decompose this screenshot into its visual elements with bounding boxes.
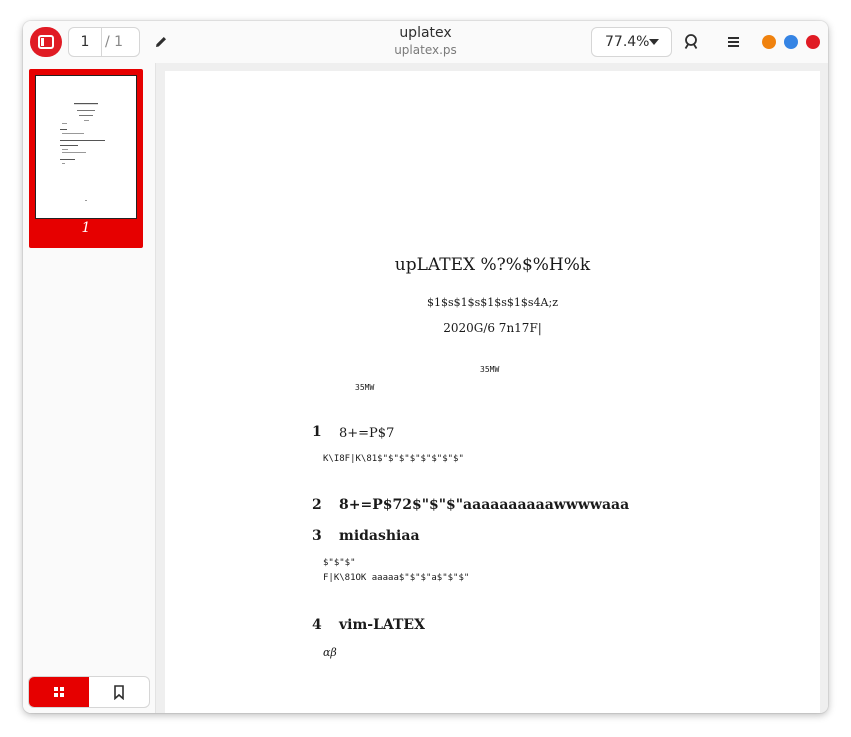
- bookmark-icon: [114, 684, 124, 700]
- section-title: 8+=P$7: [339, 426, 395, 441]
- grid-icon: [54, 687, 64, 697]
- current-page-input[interactable]: [69, 28, 101, 56]
- section-body: F|K\81OK aaaaa$"$"$"a$"$"$": [323, 573, 470, 583]
- thumbnails-tab[interactable]: [29, 677, 89, 707]
- page-navigator: / 1: [68, 27, 140, 57]
- pencil-icon: [156, 37, 166, 47]
- window-title: uplatex: [399, 25, 452, 41]
- section-body: αβ: [323, 646, 337, 659]
- main-menu-button[interactable]: [723, 31, 745, 53]
- section-number: 4: [312, 617, 322, 633]
- sidebar-toggle-icon: [38, 35, 54, 49]
- total-pages-label: / 1: [105, 34, 124, 50]
- hamburger-menu-icon: [728, 37, 739, 47]
- section-number: 1: [312, 424, 322, 440]
- header-bar: / 1 uplatex uplatex.ps 77.4%: [23, 21, 828, 63]
- section-body: $"$"$": [323, 558, 356, 568]
- section-title: midashiaa: [339, 528, 420, 544]
- section-body: K\I8F|K\81$"$"$"$"$"$"$"$": [323, 454, 464, 464]
- page-thumbnail[interactable]: 1: [29, 69, 143, 248]
- zoom-dropdown[interactable]: 77.4%: [591, 27, 672, 57]
- search-icon: [684, 34, 698, 49]
- document-page: upLATEX %?%$%H%k $1$s$1$s$1$s$1$s4A;z 20…: [165, 71, 820, 713]
- document-view[interactable]: upLATEX %?%$%H%k $1$s$1$s$1$s$1$s4A;z 20…: [156, 63, 828, 713]
- viewer-window: / 1 uplatex uplatex.ps 77.4%: [23, 21, 828, 713]
- bookmarks-tab[interactable]: [89, 677, 149, 707]
- document-author: $1$s$1$s$1$s$1$s4A;z: [426, 296, 558, 309]
- document-title: upLATEX %?%$%H%k: [394, 255, 591, 275]
- document-small-text: 35MW: [355, 383, 375, 392]
- document-small-text: 35MW: [480, 365, 500, 374]
- zoom-level: 77.4%: [605, 34, 650, 50]
- minimize-button[interactable]: [762, 35, 776, 49]
- close-button[interactable]: [806, 35, 820, 49]
- sidebar-toggle-button[interactable]: [30, 27, 62, 57]
- thumbnail-page-number: 1: [81, 220, 91, 236]
- annotate-button[interactable]: [149, 31, 173, 53]
- search-button[interactable]: [681, 31, 703, 53]
- maximize-button[interactable]: [784, 35, 798, 49]
- page-separator: [101, 28, 102, 56]
- thumbnail-preview: [35, 75, 137, 219]
- thumbnail-sidebar: 1: [23, 63, 156, 713]
- chevron-down-icon: [649, 39, 659, 45]
- section-title: vim-LATEX: [339, 617, 425, 633]
- document-date: 2020G/6 7n17F|: [443, 321, 542, 335]
- section-title: 8+=P$72$"$"$"aaaaaaaaaawwwwaaa: [339, 497, 630, 513]
- section-number: 3: [312, 528, 322, 544]
- section-number: 2: [312, 497, 322, 513]
- window-subtitle: uplatex.ps: [394, 43, 457, 57]
- sidebar-view-switcher: [28, 676, 150, 708]
- thumbnail-preview-lines: [60, 103, 105, 201]
